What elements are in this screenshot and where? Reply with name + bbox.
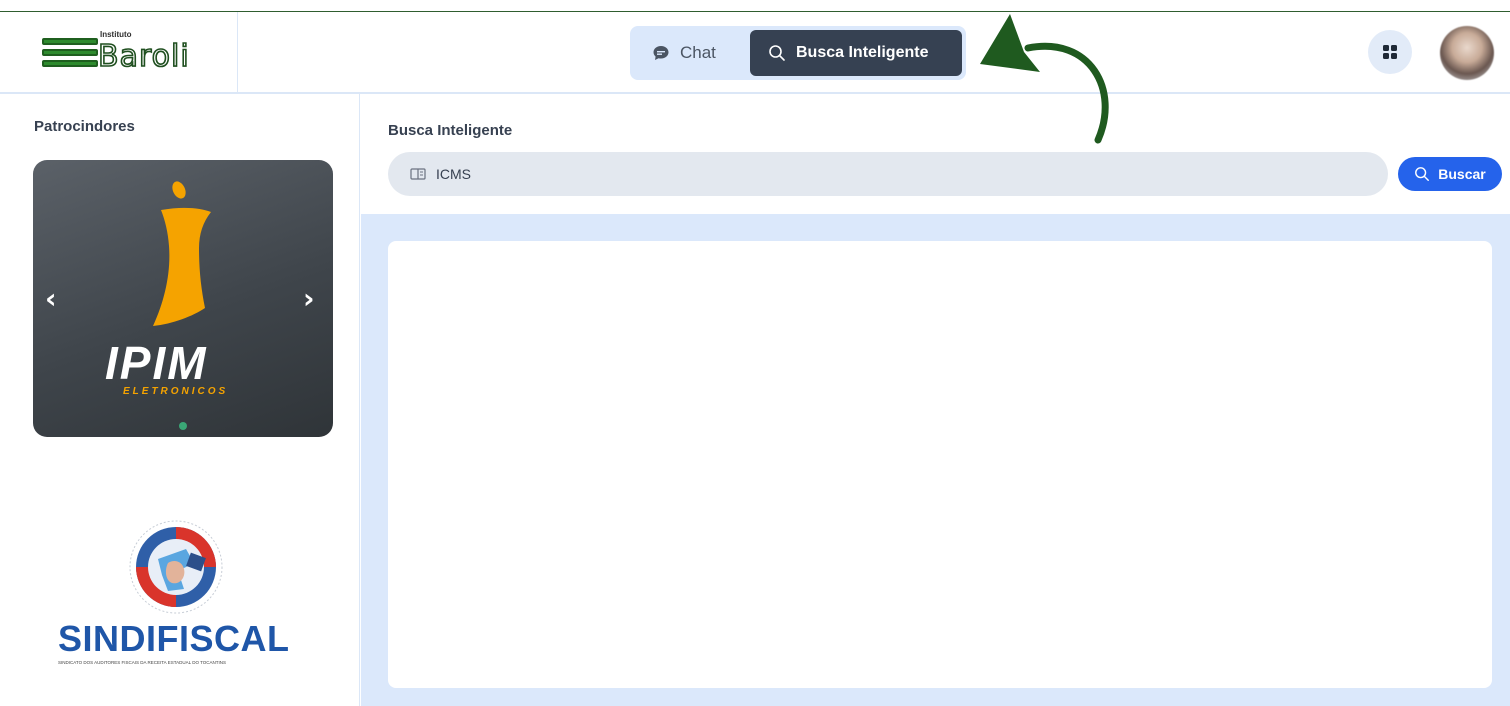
chevron-right-icon[interactable]: › — [303, 282, 315, 315]
sidebar: Patrocindores ‹ › IPIM ELETRONICOS SINDI… — [0, 94, 360, 706]
chat-bubble-icon — [653, 46, 669, 60]
main-content: Busca Inteligente Buscar — [361, 94, 1510, 706]
search-icon — [769, 45, 785, 61]
sindifiscal-subtitle: SINDICATO DOS AUDITORES FISCAIS DA RECEI… — [58, 660, 227, 665]
search-field[interactable] — [388, 152, 1388, 196]
page: Instituto Baroli Chat Busca Inteligente — [0, 0, 1510, 706]
results-panel — [388, 241, 1492, 688]
search-button[interactable]: Buscar — [1398, 157, 1502, 191]
grid-icon — [1383, 45, 1397, 59]
search-button-label: Buscar — [1438, 166, 1486, 182]
logo-cell: Instituto Baroli — [0, 12, 238, 92]
carousel-dot[interactable] — [179, 422, 187, 430]
chevron-left-icon[interactable]: ‹ — [45, 282, 57, 315]
search-icon — [1415, 167, 1430, 181]
sponsor-carousel[interactable]: ‹ › IPIM ELETRONICOS — [33, 160, 333, 437]
carousel-brand: IPIM — [105, 337, 208, 389]
tab-chat[interactable]: Chat — [644, 32, 754, 74]
sidebar-title: Patrocindores — [34, 118, 135, 135]
carousel-tagline: ELETRONICOS — [123, 386, 229, 397]
sindifiscal-seal-icon — [129, 520, 223, 614]
header: Instituto Baroli Chat Busca Inteligente — [0, 12, 1510, 94]
book-icon — [410, 168, 426, 180]
logo-small-text: Instituto — [100, 30, 132, 39]
search-band: Busca Inteligente Buscar — [361, 94, 1510, 214]
logo-text: Baroli — [97, 38, 190, 75]
search-title: Busca Inteligente — [388, 122, 513, 139]
tab-busca-inteligente[interactable]: Busca Inteligente — [750, 30, 962, 76]
search-input[interactable] — [436, 166, 1336, 182]
sindifiscal-name: SINDIFISCAL — [58, 618, 290, 659]
logo[interactable]: Instituto Baroli — [42, 30, 202, 76]
tab-chat-label: Chat — [680, 43, 716, 62]
avatar[interactable] — [1440, 26, 1494, 80]
mode-switch: Chat Busca Inteligente — [630, 26, 966, 80]
tab-busca-label: Busca Inteligente — [796, 44, 929, 61]
apps-button[interactable] — [1368, 30, 1412, 74]
